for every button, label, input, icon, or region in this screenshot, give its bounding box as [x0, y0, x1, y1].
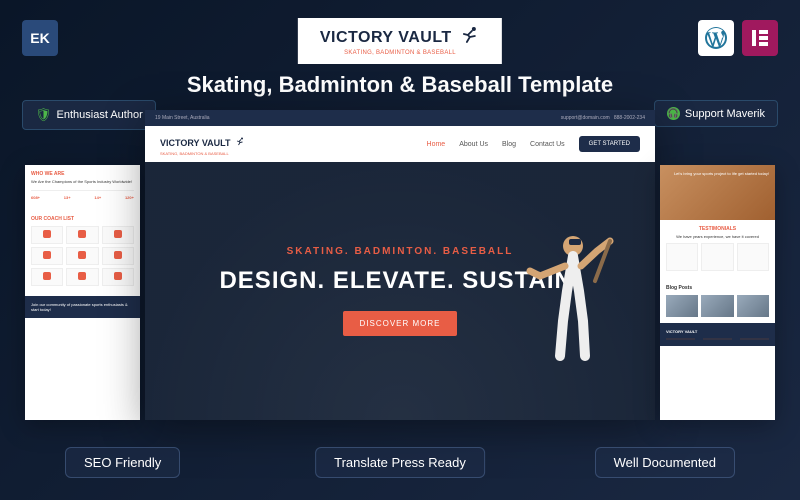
main-logo: VICTORY VAULT SKATING, BADMINTON & BASEB… — [298, 18, 502, 64]
support-badge: 🎧 Support Maverik — [654, 100, 778, 127]
author-badge-text: Enthusiast Author — [57, 109, 143, 121]
stat-4: 120+ — [125, 195, 134, 200]
topbar-phone: 888-2002-234 — [614, 115, 645, 121]
coach-item — [31, 247, 63, 265]
coach-item — [66, 247, 98, 265]
support-icon: 🎧 — [667, 107, 680, 120]
baseball-player-image — [525, 221, 615, 361]
hero-topbar: 19 Main Street, Australia support@domain… — [145, 110, 655, 126]
hero-nav: VICTORY VAULT SKATING, BADMINTON & BASEB… — [145, 126, 655, 162]
logo-subtitle: SKATING, BADMINTON & BASEBALL — [320, 50, 480, 56]
topbar-email: support@domain.com — [561, 115, 610, 121]
stat-2: 13+ — [64, 195, 71, 200]
nav-cta-button[interactable]: GET STARTED — [579, 136, 640, 152]
brand-badge: EK — [22, 20, 58, 56]
coach-heading: OUR COACH LIST — [31, 216, 134, 222]
coach-item — [31, 226, 63, 244]
shield-icon: 🛡 — [35, 107, 52, 123]
topbar-address: 19 Main Street, Australia — [155, 115, 209, 121]
nav-blog[interactable]: Blog — [502, 141, 516, 148]
wordpress-badge — [698, 20, 734, 56]
right-template-preview: Let's bring your sports project to life … — [660, 165, 775, 420]
who-title: We Are the Champions of the Sports Indus… — [31, 179, 134, 184]
nav-home[interactable]: Home — [427, 141, 446, 148]
left-cta-bar: Join our community of passionate sports … — [25, 296, 140, 318]
hero-nav-links: Home About Us Blog Contact Us GET STARTE… — [427, 136, 640, 152]
testimonial-card — [666, 243, 698, 271]
testimonials-row — [666, 243, 769, 271]
right-footer: VICTORY VAULT — [660, 323, 775, 346]
hero-nav-logo-sub: SKATING, BADMINTON & BASEBALL — [160, 151, 245, 156]
stat-3: 14+ — [94, 195, 101, 200]
testimonials-sub: We have years experience, we have it cov… — [666, 234, 769, 239]
coach-item — [66, 226, 98, 244]
hero-tagline: SKATING. BADMINTON. BASEBALL — [287, 246, 514, 257]
hero-nav-logo-block: VICTORY VAULT SKATING, BADMINTON & BASEB… — [160, 133, 245, 156]
testimonial-card — [701, 243, 733, 271]
seo-pill: SEO Friendly — [65, 447, 180, 478]
docs-pill: Well Documented — [595, 447, 735, 478]
left-template-preview: WHO WE ARE We Are the Champions of the S… — [25, 165, 140, 420]
elementor-icon — [748, 26, 772, 50]
hero-main: SKATING. BADMINTON. BASEBALL DESIGN. ELE… — [145, 162, 655, 420]
page-title: Skating, Badminton & Baseball Template — [187, 72, 613, 98]
nav-about[interactable]: About Us — [459, 141, 488, 148]
wordpress-icon — [704, 26, 728, 50]
coach-item — [102, 226, 134, 244]
right-hero-text: Let's bring your sports project to life … — [660, 165, 775, 182]
stats-row: 608+ 13+ 14+ 120+ — [31, 190, 134, 204]
coach-item — [66, 268, 98, 286]
elementor-badge — [742, 20, 778, 56]
blog-heading: Blog Posts — [666, 285, 769, 291]
hero-template-preview: 19 Main Street, Australia support@domain… — [145, 110, 655, 420]
logo-title: VICTORY VAULT — [320, 29, 452, 47]
coach-item — [31, 268, 63, 286]
stat-1: 608+ — [31, 195, 40, 200]
blog-item — [737, 295, 769, 317]
right-hero-image: Let's bring your sports project to life … — [660, 165, 775, 220]
testimonial-card — [737, 243, 769, 271]
brand-badge-text: EK — [30, 30, 49, 46]
coach-item — [102, 247, 134, 265]
blog-grid — [666, 295, 769, 317]
nav-contact[interactable]: Contact Us — [530, 141, 565, 148]
who-heading: WHO WE ARE — [31, 171, 134, 177]
runner-icon — [460, 26, 480, 49]
blog-item — [701, 295, 733, 317]
hero-nav-logo: VICTORY VAULT — [160, 138, 231, 148]
coach-grid — [31, 226, 134, 286]
testimonials-heading: TESTIMONIALS — [666, 226, 769, 232]
support-badge-text: Support Maverik — [685, 108, 765, 120]
author-badge: 🛡 Enthusiast Author — [22, 100, 156, 130]
coach-item — [102, 268, 134, 286]
translate-pill: Translate Press Ready — [315, 447, 485, 478]
left-cta-text: Join our community of passionate sports … — [31, 302, 134, 312]
footer-logo: VICTORY VAULT — [666, 329, 769, 334]
hero-cta-button[interactable]: DISCOVER MORE — [343, 311, 456, 336]
blog-item — [666, 295, 698, 317]
